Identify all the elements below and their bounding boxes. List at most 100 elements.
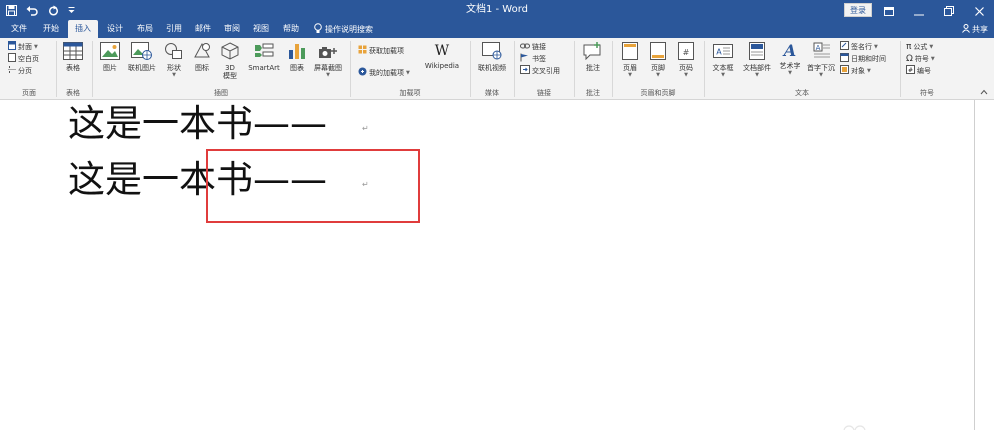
get-addins-button[interactable]: 获取加载项 xyxy=(358,45,404,56)
page-break-icon xyxy=(8,65,16,77)
signature-icon xyxy=(840,41,849,53)
quick-parts-button[interactable]: 文档部件 ▼ xyxy=(740,42,774,78)
bookmark-button[interactable]: 书签 xyxy=(520,53,546,64)
page-break-button[interactable]: 分页 xyxy=(8,66,32,76)
share-button[interactable]: 共享 xyxy=(962,20,988,38)
icons-icon xyxy=(192,42,212,62)
drop-cap-button[interactable]: A 首字下沉 ▼ xyxy=(806,42,836,78)
document-line[interactable]: 这是一本书—— xyxy=(68,102,327,146)
comment-icon xyxy=(583,42,603,62)
smartart-icon xyxy=(254,42,274,62)
online-pictures-button[interactable]: 联机图片 xyxy=(124,42,160,72)
tab-file[interactable]: 文件 xyxy=(8,20,30,38)
group-separator xyxy=(92,41,93,97)
icons-button[interactable]: 图标 xyxy=(190,42,214,72)
object-button[interactable]: 对象 ▼ xyxy=(840,65,871,76)
group-separator xyxy=(574,41,575,97)
smartart-button[interactable]: SmartArt xyxy=(244,42,284,72)
customize-qat-icon[interactable] xyxy=(68,6,75,14)
cover-page-button[interactable]: 封面 ▼ xyxy=(8,41,38,53)
wordart-button[interactable]: A 艺术字 ▼ xyxy=(776,42,804,77)
blank-page-icon xyxy=(8,53,16,65)
group-label-addins: 加载项 xyxy=(399,89,421,97)
tab-insert[interactable]: 插入 xyxy=(68,20,98,38)
my-addins-button[interactable]: 我的加载项 ▼ xyxy=(358,67,410,79)
tab-mailings[interactable]: 邮件 xyxy=(192,20,214,38)
group-label-illustrations: 插图 xyxy=(214,89,228,97)
shapes-icon xyxy=(164,42,184,62)
minimize-button[interactable] xyxy=(904,0,934,20)
text-box-icon: A xyxy=(713,42,733,62)
tab-view[interactable]: 视图 xyxy=(250,20,272,38)
share-label: 共享 xyxy=(972,24,988,34)
date-time-button[interactable]: 日期和时间 xyxy=(840,53,886,65)
symbol-button[interactable]: Ω 符号 ▼ xyxy=(906,54,935,64)
online-picture-icon xyxy=(131,42,153,62)
new-comment-button[interactable]: 批注 xyxy=(580,42,606,72)
text-box-button[interactable]: A 文本框 ▼ xyxy=(708,42,738,78)
pi-icon: π xyxy=(906,42,912,52)
cube-icon xyxy=(220,42,240,62)
minimize-icon xyxy=(914,1,924,20)
chart-button[interactable]: 图表 xyxy=(286,42,308,72)
my-addins-icon xyxy=(358,67,367,79)
collapse-ribbon-button[interactable] xyxy=(980,89,988,97)
footer-button[interactable]: 页脚 ▼ xyxy=(646,42,670,78)
group-label-header-footer: 页眉和页脚 xyxy=(640,89,676,97)
redo-icon[interactable] xyxy=(48,5,59,16)
group-label-pages: 页面 xyxy=(22,89,36,97)
window-controls xyxy=(874,0,994,20)
tab-layout[interactable]: 布局 xyxy=(134,20,156,38)
link-icon xyxy=(520,42,530,53)
screenshot-button[interactable]: 屏幕截图 ▼ xyxy=(310,42,346,78)
online-video-button[interactable]: 联机视频 xyxy=(474,42,510,72)
group-label-symbols: 符号 xyxy=(920,89,934,97)
signature-line-button[interactable]: 签名行 ▼ xyxy=(840,41,878,53)
group-separator xyxy=(514,41,515,97)
lightbulb-icon xyxy=(314,22,322,36)
document-canvas[interactable] xyxy=(0,100,994,430)
group-separator xyxy=(704,41,705,97)
ribbon-display-options-button[interactable] xyxy=(874,0,904,20)
shapes-button[interactable]: 形状 ▼ xyxy=(162,42,186,78)
tab-references[interactable]: 引用 xyxy=(163,20,185,38)
save-icon[interactable] xyxy=(6,4,17,16)
equation-button[interactable]: π 公式 ▼ xyxy=(906,42,933,52)
group-label-links: 链接 xyxy=(537,89,551,97)
close-button[interactable] xyxy=(964,0,994,20)
link-button[interactable]: 链接 xyxy=(520,42,546,52)
page-number-icon: # xyxy=(678,42,694,62)
wikipedia-button[interactable]: W Wikipedia xyxy=(420,42,464,70)
svg-text:A: A xyxy=(716,48,722,57)
picture-icon xyxy=(100,42,120,62)
3d-models-button[interactable]: 3D 模型 xyxy=(218,42,242,80)
word-window: 文档1 - Word 登录 文件 开始 插入 设计 布局 引用 邮件 审阅 视图… xyxy=(0,0,994,430)
numbering-icon: # xyxy=(906,65,915,77)
page-number-button[interactable]: # 页码 ▼ xyxy=(674,42,698,78)
blank-page-button[interactable]: 空白页 xyxy=(8,53,39,65)
tell-me-label: 操作说明搜索 xyxy=(325,24,373,34)
sign-in-button[interactable]: 登录 xyxy=(844,3,872,17)
watermark-logo-icon xyxy=(843,425,866,430)
title-bar: 文档1 - Word 登录 xyxy=(0,0,994,20)
group-separator xyxy=(56,41,57,97)
pictures-button[interactable]: 图片 xyxy=(98,42,122,72)
table-button[interactable]: 表格 xyxy=(62,42,84,72)
tell-me-search[interactable]: 操作说明搜索 xyxy=(314,20,373,38)
tab-help[interactable]: 帮助 xyxy=(280,20,302,38)
undo-icon[interactable] xyxy=(26,5,39,16)
group-separator xyxy=(900,41,901,97)
tab-home[interactable]: 开始 xyxy=(40,20,62,38)
cover-page-icon xyxy=(8,41,16,53)
maximize-button[interactable] xyxy=(934,0,964,20)
cross-reference-button[interactable]: 交叉引用 xyxy=(520,65,560,76)
table-icon xyxy=(63,42,83,62)
tab-design[interactable]: 设计 xyxy=(104,20,126,38)
tab-review[interactable]: 审阅 xyxy=(221,20,243,38)
chevron-up-icon xyxy=(980,89,988,97)
numbering-button[interactable]: # 编号 xyxy=(906,65,931,77)
ribbon-display-icon xyxy=(884,1,894,20)
calendar-icon xyxy=(840,53,849,65)
header-button[interactable]: 页眉 ▼ xyxy=(618,42,642,78)
chart-icon xyxy=(287,42,307,62)
